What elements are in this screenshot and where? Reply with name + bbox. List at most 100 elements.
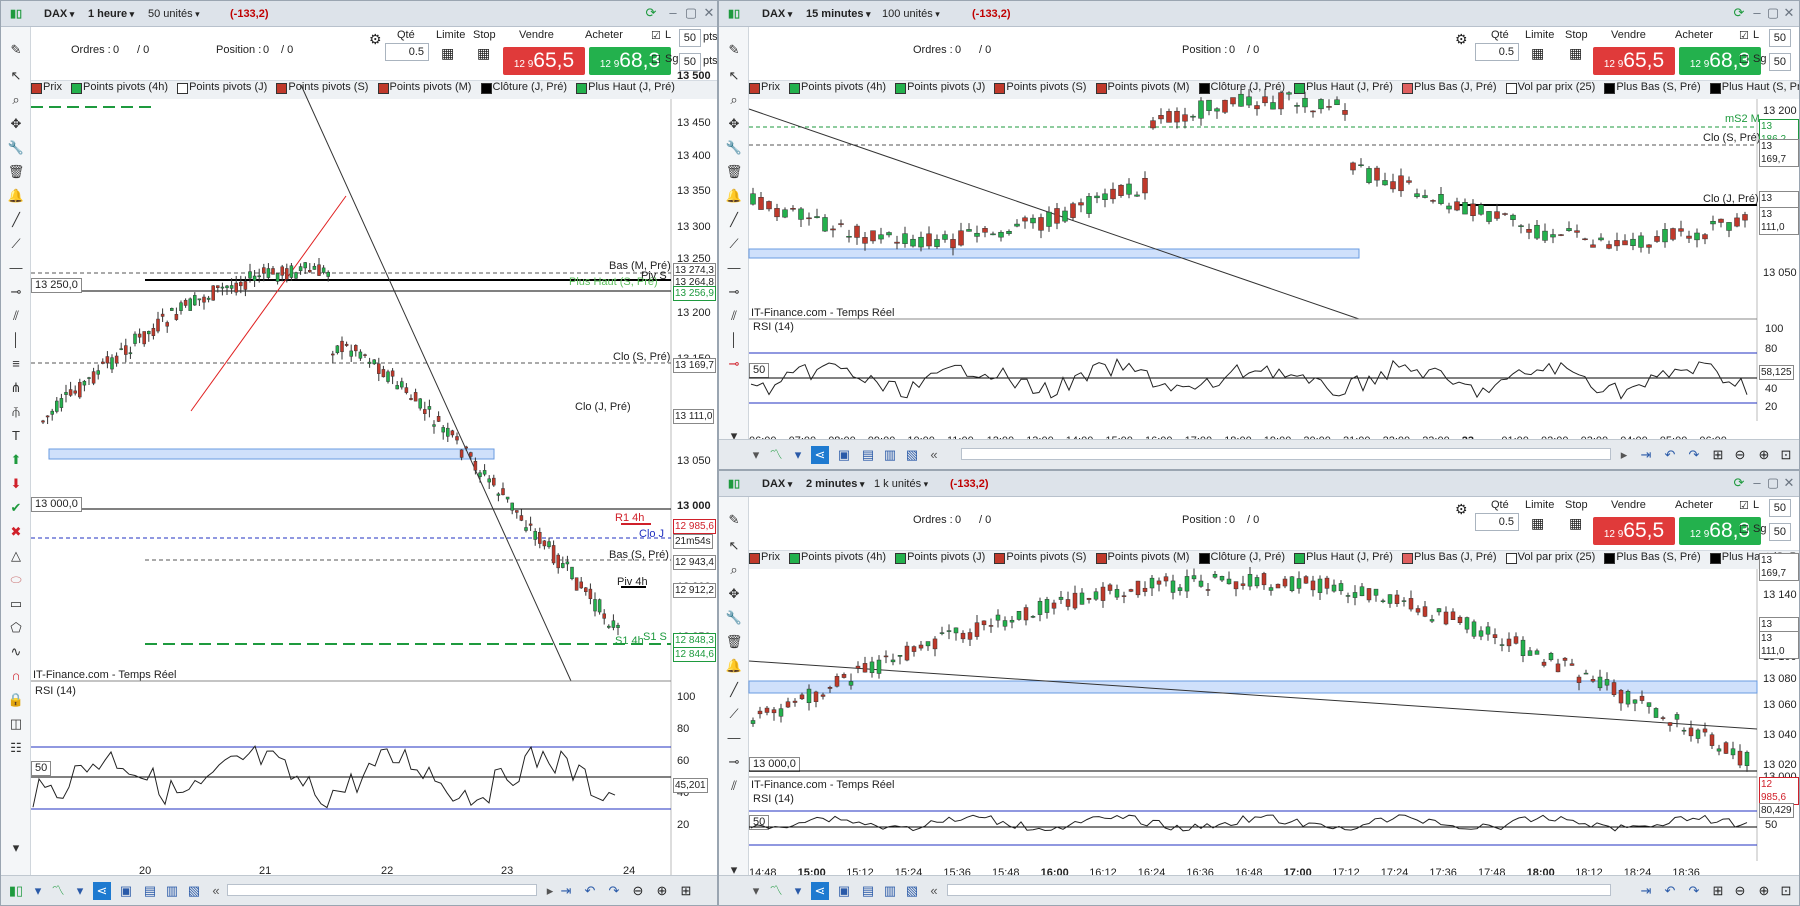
- legend-plus-haut-s[interactable]: Plus Haut (S, Pré): [1709, 81, 1799, 94]
- fib-fan-icon[interactable]: ⋔: [7, 379, 25, 397]
- redo-icon[interactable]: ↷: [1685, 882, 1703, 900]
- channel-icon[interactable]: ⫽: [725, 307, 743, 325]
- rewind-icon[interactable]: «: [925, 446, 943, 464]
- legend-pivots-m[interactable]: Points pivots (M): [1095, 81, 1189, 94]
- arrow-up-icon[interactable]: ⬆: [7, 451, 25, 469]
- instrument-selector[interactable]: DAX: [41, 5, 77, 23]
- compare-icon[interactable]: ▥: [163, 882, 181, 900]
- dropdown-icon[interactable]: ▾: [29, 882, 47, 900]
- wrench-icon[interactable]: 🔧: [725, 609, 743, 627]
- l-checkbox[interactable]: ☑: [651, 29, 661, 42]
- chart-type-dropdown-icon[interactable]: ▾: [789, 882, 807, 900]
- layout-icon[interactable]: ▣: [835, 446, 853, 464]
- dropdown-icon[interactable]: ▾: [747, 446, 765, 464]
- legend-pivots-m[interactable]: Points pivots (M): [1095, 551, 1189, 564]
- stop-icon[interactable]: ▦: [1569, 45, 1582, 62]
- check-icon[interactable]: ✔: [7, 499, 25, 517]
- timeframe-selector[interactable]: 1 heure: [85, 5, 137, 23]
- pencil-icon[interactable]: ✎: [7, 41, 25, 59]
- order-settings-icon[interactable]: ⚙: [1455, 501, 1468, 518]
- sell-button[interactable]: 12 965,5: [503, 47, 585, 75]
- cursor-icon[interactable]: ↖: [725, 67, 743, 85]
- cursor-icon[interactable]: ↖: [725, 537, 743, 555]
- channel-icon[interactable]: ⫽: [725, 777, 743, 795]
- qty-input[interactable]: 0.5: [1475, 43, 1519, 61]
- pts-input-2[interactable]: 50: [1769, 53, 1791, 71]
- trendline-icon[interactable]: ╱: [725, 211, 743, 229]
- trendline-icon[interactable]: ╱: [7, 211, 25, 229]
- curve-icon[interactable]: ∿: [7, 643, 25, 661]
- legend-plus-haut-j[interactable]: Plus Haut (J, Pré): [1294, 81, 1393, 94]
- share-icon[interactable]: ⋖: [811, 446, 829, 464]
- order-settings-icon[interactable]: ⚙: [369, 31, 382, 48]
- legend-pivots-4h[interactable]: Points pivots (4h): [789, 81, 886, 94]
- scroll-right-icon[interactable]: ▸: [1615, 446, 1633, 464]
- maximize-icon[interactable]: ▢: [683, 4, 699, 22]
- sg-checkbox[interactable]: ☐: [651, 53, 661, 66]
- stop-icon[interactable]: ▦: [477, 45, 490, 62]
- qty-input[interactable]: 0.5: [385, 43, 429, 61]
- instrument-selector[interactable]: DAX: [759, 475, 795, 493]
- minimize-icon[interactable]: –: [1749, 4, 1765, 22]
- rectangle-icon[interactable]: ▭: [7, 595, 25, 613]
- pts-input-2[interactable]: 50: [679, 53, 701, 71]
- templates-icon[interactable]: ▧: [903, 446, 921, 464]
- alert-icon[interactable]: 🔔: [725, 657, 743, 675]
- ray-icon[interactable]: ⟋: [725, 235, 743, 253]
- legend-prix[interactable]: Prix: [749, 551, 780, 564]
- zoom-in-icon[interactable]: ⊕: [653, 882, 671, 900]
- indicators-icon[interactable]: ▤: [141, 882, 159, 900]
- arrow-down-icon[interactable]: ⬇: [7, 475, 25, 493]
- layout-icon[interactable]: ▣: [835, 882, 853, 900]
- compare-icon[interactable]: ▥: [881, 446, 899, 464]
- vline-icon[interactable]: │: [725, 331, 743, 349]
- autoscroll-icon[interactable]: ⇥: [557, 882, 575, 900]
- legend-plus-bas-j[interactable]: Plus Bas (J, Pré): [1402, 81, 1497, 94]
- crosshair-icon[interactable]: ✥: [725, 585, 743, 603]
- zoom-icon[interactable]: ⌕: [7, 91, 25, 109]
- lock-icon[interactable]: 🔒: [7, 691, 25, 709]
- legend-plus-haut-j[interactable]: Plus Haut (J, Pré): [1294, 551, 1393, 564]
- legend-pivots-j[interactable]: Points pivots (J): [177, 81, 267, 94]
- pts-input-1[interactable]: 50: [1769, 29, 1791, 47]
- ellipse-icon[interactable]: ⬭: [7, 571, 25, 589]
- hline-icon[interactable]: —: [725, 729, 743, 747]
- limit-icon[interactable]: ▦: [1531, 515, 1544, 532]
- legend-pivots-4h[interactable]: Points pivots (4h): [71, 81, 168, 94]
- text-icon[interactable]: T: [7, 427, 25, 445]
- zoom-in-icon[interactable]: ⊕: [1755, 882, 1773, 900]
- units-selector[interactable]: 1 k unités: [871, 475, 931, 493]
- minimize-icon[interactable]: –: [665, 4, 681, 22]
- trendline-icon[interactable]: ╱: [725, 681, 743, 699]
- legend-plus-bas-s[interactable]: Plus Bas (S, Pré): [1604, 81, 1701, 94]
- chart-type-icon[interactable]: 〽: [49, 882, 67, 900]
- cursor-icon[interactable]: ↖: [7, 67, 25, 85]
- refresh-icon[interactable]: ⟳: [1731, 4, 1747, 22]
- refresh-icon[interactable]: ⟳: [643, 4, 659, 22]
- legend-pivots-4h[interactable]: Points pivots (4h): [789, 551, 886, 564]
- zoom-reset-icon[interactable]: ⊡: [1777, 446, 1795, 464]
- polygon-icon[interactable]: ⬠: [7, 619, 25, 637]
- dropdown-icon[interactable]: ▾: [747, 882, 765, 900]
- close-icon[interactable]: ✕: [1781, 4, 1797, 22]
- zoom-fit-icon[interactable]: ⊞: [1709, 882, 1727, 900]
- pts-input-1[interactable]: 50: [679, 29, 701, 47]
- pts-input-2[interactable]: 50: [1769, 523, 1791, 541]
- share-icon[interactable]: ⋖: [93, 882, 111, 900]
- timeframe-icon[interactable]: ▮▯: [7, 882, 25, 900]
- close-icon[interactable]: ✕: [701, 4, 717, 22]
- rewind-icon[interactable]: «: [207, 882, 225, 900]
- wrench-icon[interactable]: 🔧: [7, 139, 25, 157]
- order-settings-icon[interactable]: ⚙: [1455, 31, 1468, 48]
- pitchfork-icon[interactable]: ⫚: [7, 403, 25, 421]
- qty-input[interactable]: 0.5: [1475, 513, 1519, 531]
- instrument-selector[interactable]: DAX: [759, 5, 795, 23]
- sg-checkbox[interactable]: ☐: [1739, 53, 1749, 66]
- magnet-icon[interactable]: ∩: [7, 667, 25, 685]
- fibonacci-icon[interactable]: ≡: [7, 355, 25, 373]
- legend-cloture-j[interactable]: Clôture (J, Pré): [1198, 551, 1285, 564]
- close-icon[interactable]: ✕: [1781, 474, 1797, 492]
- l-checkbox[interactable]: ☑: [1739, 499, 1749, 512]
- legend-prix[interactable]: Prix: [749, 81, 780, 94]
- zoom-out-icon[interactable]: ⊖: [1731, 882, 1749, 900]
